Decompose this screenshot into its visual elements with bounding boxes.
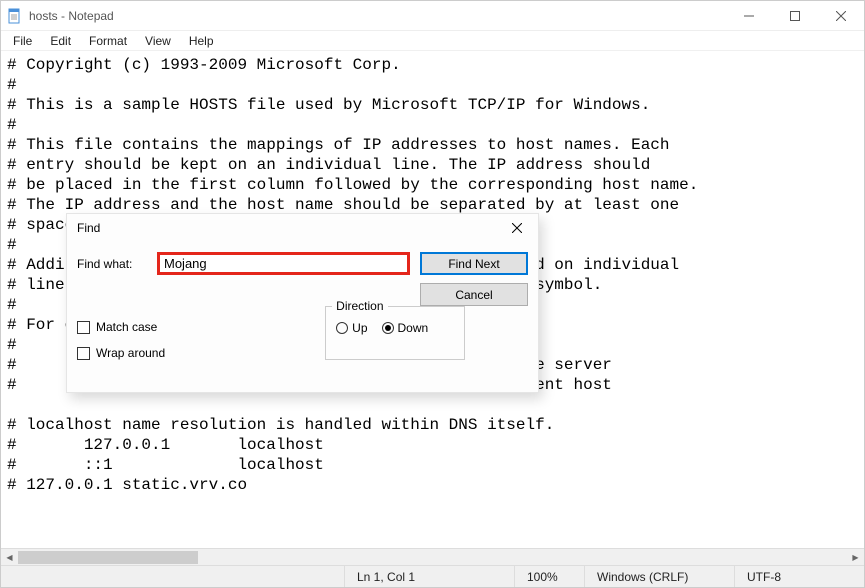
status-zoom: 100%	[514, 566, 584, 587]
direction-group: Direction Up Down	[325, 306, 465, 360]
wrap-around-label: Wrap around	[96, 346, 165, 360]
menu-edit[interactable]: Edit	[42, 32, 79, 50]
maximize-button[interactable]	[772, 1, 818, 31]
match-case-checkbox[interactable]: Match case	[77, 320, 165, 334]
scroll-left-button[interactable]: ◀	[1, 549, 18, 566]
status-line-ending: Windows (CRLF)	[584, 566, 734, 587]
menu-file[interactable]: File	[5, 32, 40, 50]
find-what-label: Find what:	[77, 257, 157, 271]
horizontal-scrollbar[interactable]: ◀ ▶	[1, 548, 864, 565]
status-position: Ln 1, Col 1	[344, 566, 514, 587]
close-button[interactable]	[818, 1, 864, 31]
menubar: File Edit Format View Help	[1, 31, 864, 51]
maximize-icon	[790, 11, 800, 21]
menu-help[interactable]: Help	[181, 32, 222, 50]
radio-icon	[336, 322, 348, 334]
wrap-around-checkbox[interactable]: Wrap around	[77, 346, 165, 360]
match-case-label: Match case	[96, 320, 157, 334]
status-encoding: UTF-8	[734, 566, 864, 587]
close-icon	[512, 223, 522, 233]
scroll-track[interactable]	[18, 549, 847, 566]
find-dialog-title: Find	[67, 214, 538, 242]
menu-format[interactable]: Format	[81, 32, 135, 50]
radio-icon	[382, 322, 394, 334]
close-icon	[836, 11, 846, 21]
checkbox-icon	[77, 321, 90, 334]
menu-view[interactable]: View	[137, 32, 179, 50]
scroll-right-button[interactable]: ▶	[847, 549, 864, 566]
down-label: Down	[398, 321, 429, 335]
find-dialog: Find Find what: Find Next Cancel Match c…	[66, 213, 539, 393]
up-label: Up	[352, 321, 367, 335]
find-close-button[interactable]	[496, 214, 538, 242]
direction-legend: Direction	[332, 299, 387, 313]
checkbox-icon	[77, 347, 90, 360]
minimize-icon	[744, 11, 754, 21]
direction-up-radio[interactable]: Up	[336, 321, 367, 335]
statusbar: Ln 1, Col 1 100% Windows (CRLF) UTF-8	[1, 565, 864, 587]
titlebar: hosts - Notepad	[1, 1, 864, 31]
window-title: hosts - Notepad	[29, 9, 114, 23]
find-what-input[interactable]	[157, 252, 410, 275]
cancel-button[interactable]: Cancel	[420, 283, 528, 306]
scroll-thumb[interactable]	[18, 551, 198, 564]
direction-down-radio[interactable]: Down	[382, 321, 429, 335]
notepad-icon	[7, 8, 23, 24]
find-next-button[interactable]: Find Next	[420, 252, 528, 275]
minimize-button[interactable]	[726, 1, 772, 31]
